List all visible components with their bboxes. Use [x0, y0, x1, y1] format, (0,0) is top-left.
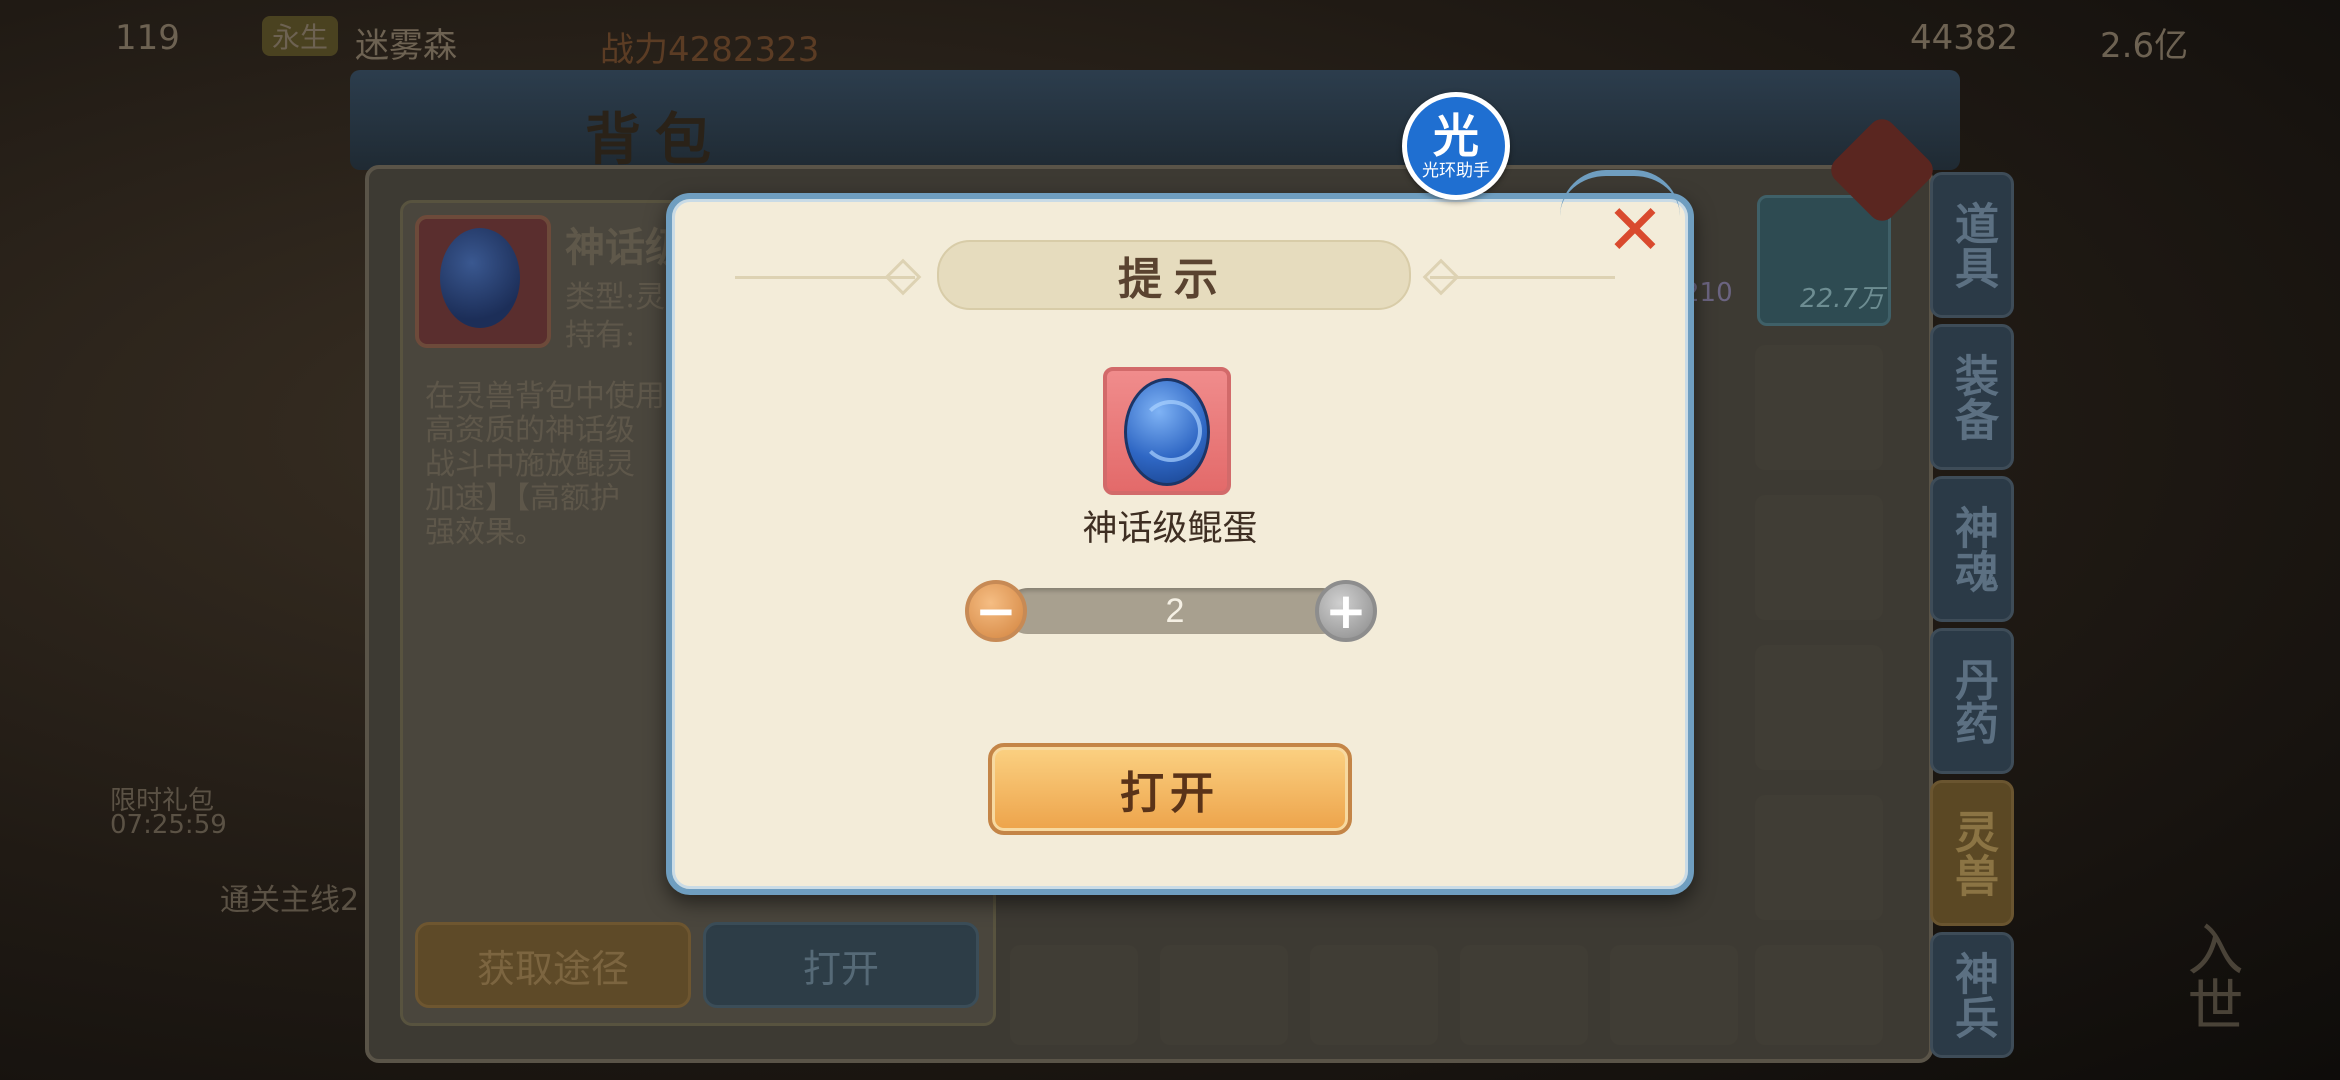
grid-cell[interactable] [1755, 345, 1883, 470]
power-value: 战力4282323 [600, 30, 820, 70]
item-description: 在灵兽背包中使用 高资质的神话级 战斗中施放鲲灵 加速】【高额护 强效果。 [425, 379, 665, 550]
grid-cell[interactable] [1160, 945, 1288, 1045]
minus-icon: − [975, 582, 1017, 640]
plus-icon: + [1325, 582, 1367, 640]
egg-thumb-icon [440, 228, 520, 328]
increase-quantity-button[interactable]: + [1315, 580, 1377, 642]
item-name: 神话级鲲蛋 [1082, 509, 1258, 549]
open-button[interactable]: 打开 [988, 743, 1352, 835]
dialog-title: 提示 [1118, 254, 1230, 305]
tab-weapon[interactable]: 神兵 [1930, 932, 2014, 1058]
coin-count: 44382 [1910, 18, 2019, 58]
player-level: 119 [115, 18, 180, 58]
grid-cell[interactable] [1310, 945, 1438, 1045]
helper-label: 光环助手 [1422, 161, 1490, 181]
player-name: 迷雾森 [355, 26, 457, 66]
get-path-button[interactable]: 获取途径 [415, 922, 691, 1008]
egg-swirl-pattern [1140, 400, 1202, 462]
item-count-2: 22.7万 [1800, 284, 1884, 314]
grid-cell[interactable] [1460, 945, 1588, 1045]
decrease-quantity-button[interactable]: − [965, 580, 1027, 642]
grid-cell[interactable] [1610, 945, 1738, 1045]
right-world-label: 入世 [2178, 920, 2243, 1032]
dialog-title-plaque: 提示 [937, 240, 1411, 310]
tab-items[interactable]: 道具 [1930, 172, 2014, 318]
currency-count: 2.6亿 [2100, 26, 2189, 66]
grid-cell[interactable] [1755, 645, 1883, 770]
item-holding-bg: 持有: [565, 318, 636, 353]
limited-gift-timer: 07:25:59 [110, 810, 227, 840]
player-tag: 永生 [262, 16, 339, 56]
open-button-background[interactable]: 打开 [703, 922, 979, 1008]
grid-cell[interactable] [1010, 945, 1138, 1045]
tab-pills[interactable]: 丹药 [1930, 628, 2014, 774]
tab-soul[interactable]: 神魂 [1930, 476, 2014, 622]
grid-cell[interactable] [1755, 945, 1883, 1045]
halo-helper-badge[interactable]: 光 光环助手 [1402, 92, 1510, 200]
grid-cell[interactable] [1755, 795, 1883, 920]
tab-spirit-beast[interactable]: 灵兽 [1930, 780, 2014, 926]
close-icon[interactable]: ✕ [1605, 195, 1665, 265]
quantity-value[interactable]: 2 [1005, 588, 1345, 634]
tab-equipment[interactable]: 装备 [1930, 324, 2014, 470]
helper-glyph: 光 [1433, 109, 1479, 163]
helper-inner: 光 光环助手 [1407, 97, 1505, 195]
bag-title: 背包 [585, 107, 725, 173]
grid-cell[interactable] [1755, 495, 1883, 620]
quest-text: 通关主线2 [220, 883, 360, 918]
